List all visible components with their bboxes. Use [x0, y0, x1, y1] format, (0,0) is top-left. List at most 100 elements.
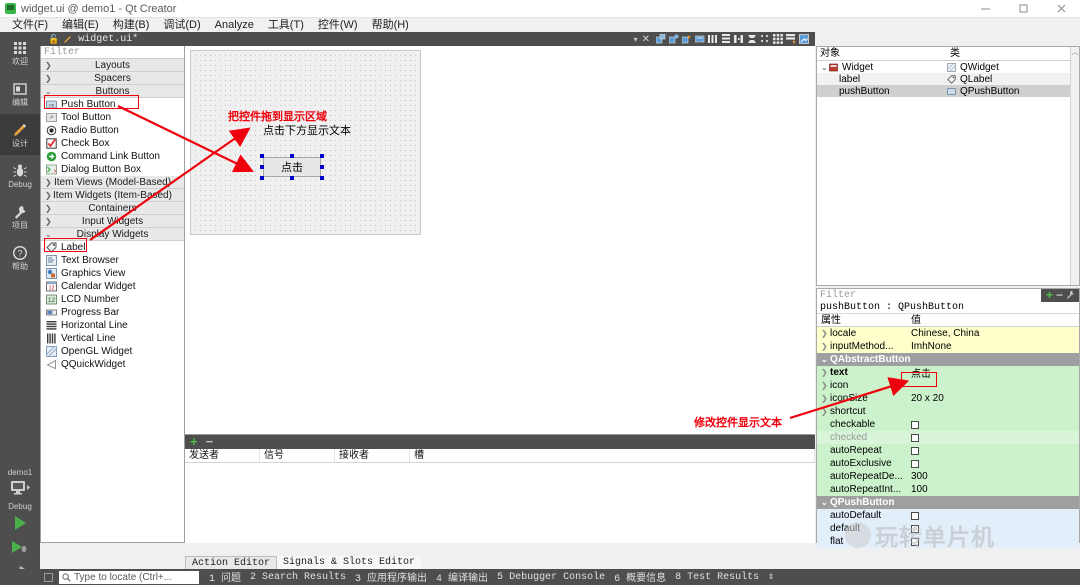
property-row-autorepeat[interactable]: autoRepeat: [817, 444, 1079, 457]
widget-item-text-browser[interactable]: Text Browser: [41, 254, 184, 267]
tab-signals-slots-editor[interactable]: Signals & Slots Editor: [277, 556, 422, 569]
output-pane-application-output[interactable]: 3 应用程序输出: [355, 569, 427, 585]
mode-help[interactable]: ? 帮助: [0, 237, 40, 278]
form-editor-canvas[interactable]: 点击下方显示文本 点击: [185, 46, 815, 434]
property-row-checked[interactable]: checked: [817, 431, 1079, 444]
expander-icon[interactable]: ❯: [821, 342, 830, 351]
expander-icon[interactable]: ❯: [821, 329, 830, 338]
widget-category-item-views[interactable]: ❯ Item Views (Model-Based): [41, 176, 184, 189]
layout-grid-icon[interactable]: [773, 34, 783, 44]
chevron-down-icon[interactable]: ⌄: [821, 353, 830, 366]
menu-widgets[interactable]: 控件(W): [311, 18, 365, 32]
output-pane-compile-output[interactable]: 4 编译输出: [436, 569, 488, 585]
property-group-qpushbutton[interactable]: ⌄ QPushButton: [817, 496, 1079, 509]
output-pane-issues[interactable]: 1 问题: [209, 569, 241, 585]
expander-icon[interactable]: ❯: [821, 381, 830, 390]
checked-checkbox[interactable]: [911, 433, 919, 442]
tab-action-editor[interactable]: Action Editor: [185, 556, 278, 569]
widget-item-progress-bar[interactable]: Progress Bar: [41, 306, 184, 319]
remove-property-button[interactable]: −: [1056, 289, 1063, 301]
resize-handle-mr[interactable]: [320, 165, 324, 169]
widget-category-layouts[interactable]: ❯ Layouts: [41, 59, 184, 72]
property-row-locale[interactable]: ❯ locale Chinese, China: [817, 327, 1079, 340]
widget-item-graphics-view[interactable]: Graphics View: [41, 267, 184, 280]
locator-input[interactable]: Type to locate (Ctrl+...: [59, 570, 199, 584]
property-value[interactable]: 20 x 20: [907, 393, 1079, 404]
menu-tools[interactable]: 工具(T): [261, 18, 311, 32]
open-document-name[interactable]: widget.ui*: [78, 34, 138, 45]
mode-design[interactable]: 设计: [0, 114, 40, 155]
kit-selector-button[interactable]: [0, 477, 40, 499]
widget-item-calendar-widget[interactable]: 12 Calendar Widget: [41, 280, 184, 293]
property-row-autoexclusive[interactable]: autoExclusive: [817, 457, 1079, 470]
widget-category-display-widgets[interactable]: ⌄ Display Widgets: [41, 228, 184, 241]
resize-handle-ml[interactable]: [260, 165, 264, 169]
flat-checkbox[interactable]: [911, 537, 919, 546]
autorepeat-checkbox[interactable]: [911, 446, 919, 455]
resize-handle-bc[interactable]: [290, 176, 294, 180]
property-row-inputmethod[interactable]: ❯ inputMethod... ImhNone: [817, 340, 1079, 353]
property-value[interactable]: 点击: [907, 365, 1079, 380]
object-row-widget[interactable]: ⌄ Widget QWidget: [817, 61, 1079, 73]
property-value[interactable]: 100: [907, 484, 1079, 495]
mode-debug[interactable]: Debug: [0, 155, 40, 196]
column-class[interactable]: 类: [947, 47, 1079, 60]
column-receiver[interactable]: 接收者: [335, 449, 410, 462]
resize-handle-tl[interactable]: [260, 154, 264, 158]
edit-buddies-icon[interactable]: [681, 34, 692, 44]
chevron-down-icon[interactable]: ⌄: [821, 496, 830, 509]
resize-handle-bl[interactable]: [260, 176, 264, 180]
column-property[interactable]: 属性: [817, 314, 907, 326]
break-layout-icon[interactable]: [786, 34, 796, 44]
expander-icon[interactable]: ❯: [821, 394, 830, 403]
output-pane-debugger-console[interactable]: 5 Debugger Console: [497, 572, 605, 583]
menu-build[interactable]: 构建(B): [106, 18, 157, 32]
mode-projects[interactable]: 项目: [0, 196, 40, 237]
column-value[interactable]: 值: [907, 314, 1079, 326]
widget-item-opengl-widget[interactable]: OpenGL Widget: [41, 345, 184, 358]
property-row-autodefault[interactable]: autoDefault: [817, 509, 1079, 522]
widget-item-label[interactable]: Label: [41, 241, 184, 254]
menu-debug[interactable]: 调试(D): [156, 18, 207, 32]
widget-item-tool-button[interactable]: Tool Button: [41, 111, 184, 124]
widget-category-spacers[interactable]: ❯ Spacers: [41, 72, 184, 85]
resize-handle-br[interactable]: [320, 176, 324, 180]
property-row-flat[interactable]: flat: [817, 535, 1079, 548]
widget-item-lcd-number[interactable]: 12 LCD Number: [41, 293, 184, 306]
widget-item-qquickwidget[interactable]: QQuickWidget: [41, 358, 184, 371]
edit-tab-order-icon[interactable]: [694, 34, 705, 44]
widget-category-input-widgets[interactable]: ❯ Input Widgets: [41, 215, 184, 228]
property-row-autorepeatdelay[interactable]: autoRepeatDe... 300: [817, 470, 1079, 483]
property-value[interactable]: ImhNone: [907, 341, 1079, 352]
property-value[interactable]: 300: [907, 471, 1079, 482]
chevron-down-icon[interactable]: ⌄: [821, 63, 829, 72]
expander-icon[interactable]: ❯: [821, 368, 830, 377]
property-value[interactable]: Chinese, China: [907, 328, 1079, 339]
property-filter-input[interactable]: Filter: [817, 289, 1041, 302]
layout-splitter-v-icon[interactable]: [747, 34, 757, 44]
widget-category-buttons[interactable]: ⌄ Buttons: [41, 85, 184, 98]
widget-item-dialog-button-box[interactable]: x Dialog Button Box: [41, 163, 184, 176]
resize-handle-tc[interactable]: [290, 154, 294, 158]
widget-item-check-box[interactable]: Check Box: [41, 137, 184, 150]
column-object[interactable]: 对象: [817, 47, 947, 60]
layout-horizontally-icon[interactable]: [708, 34, 718, 44]
expander-icon[interactable]: ❯: [821, 407, 830, 416]
object-row-pushbutton[interactable]: pushButton QPushButton: [817, 85, 1079, 97]
property-row-text[interactable]: ❯ text 点击: [817, 365, 1079, 380]
checkable-checkbox[interactable]: [911, 420, 919, 429]
autoexclusive-checkbox[interactable]: [911, 459, 919, 468]
add-connection-button[interactable]: +: [190, 435, 198, 448]
mode-welcome[interactable]: 欢迎: [0, 32, 40, 73]
widget-item-command-link-button[interactable]: Command Link Button: [41, 150, 184, 163]
layout-splitter-h-icon[interactable]: [734, 34, 744, 44]
menu-analyze[interactable]: Analyze: [208, 18, 261, 32]
edit-widgets-icon[interactable]: [655, 33, 666, 44]
property-row-default[interactable]: default: [817, 522, 1079, 535]
widget-category-item-widgets[interactable]: ❯ Item Widgets (Item-Based): [41, 189, 184, 202]
property-row-shortcut[interactable]: ❯ shortcut: [817, 405, 1079, 418]
scroll-up-icon[interactable]: ︿: [1071, 47, 1079, 58]
form-pushbutton-widget[interactable]: 点击: [263, 157, 321, 177]
object-row-label[interactable]: label QLabel: [817, 73, 1079, 85]
widget-item-push-button[interactable]: OK Push Button: [41, 98, 184, 111]
